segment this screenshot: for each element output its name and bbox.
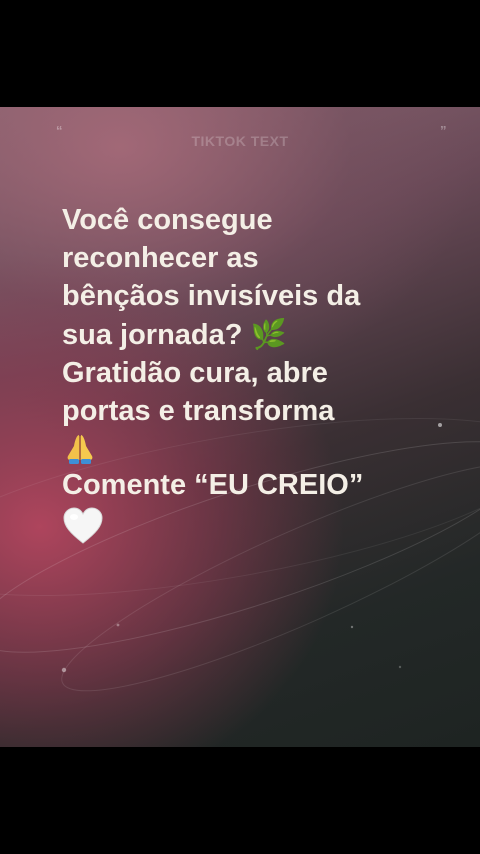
post-line: portas e transforma <box>62 395 335 427</box>
post-text: Você consegue reconhecer as bênçãos invi… <box>62 201 442 546</box>
text-card: “ TIKTOK TEXT ” Você consegue reconhecer… <box>0 107 480 747</box>
white-heart-icon <box>63 507 103 544</box>
praying-hands-icon <box>67 435 93 464</box>
post-line: Você consegue <box>62 204 273 236</box>
close-quote-mark: ” <box>440 123 447 138</box>
leaf-emoji-icon: 🌿 <box>250 317 287 351</box>
brand-watermark: TIKTOK TEXT <box>191 133 289 149</box>
post-line: Gratidão cura, abre <box>62 357 328 389</box>
video-frame: “ TIKTOK TEXT ” Você consegue reconhecer… <box>0 0 480 854</box>
post-line: bênçãos invisíveis da <box>62 280 361 312</box>
post-line: Comente “EU CREIO” <box>62 469 364 501</box>
post-line: sua jornada? <box>62 319 243 351</box>
post-line: reconhecer as <box>62 242 259 274</box>
post-line-with-leaf: sua jornada? 🌿 <box>62 315 442 354</box>
